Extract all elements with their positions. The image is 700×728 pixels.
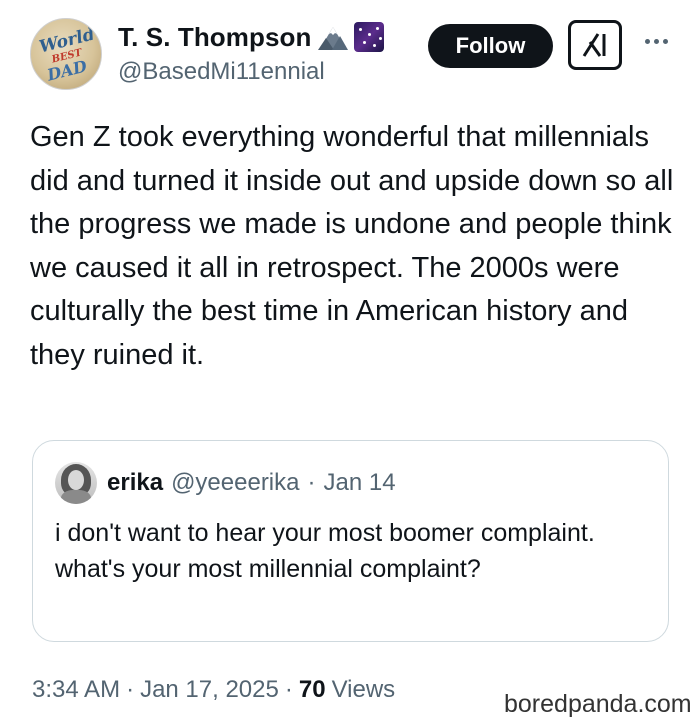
grok-icon[interactable] [568, 20, 622, 70]
milky-way-icon [353, 22, 384, 52]
meta-separator-1: · [126, 676, 135, 703]
quoted-separator: · [307, 469, 316, 496]
quoted-tweet[interactable]: erika @yeeeerika · Jan 14 i don't want t… [32, 440, 669, 642]
quoted-author-handle[interactable]: @yeeeerika [171, 469, 299, 497]
watermark: boredpanda.com [504, 690, 692, 718]
tweet-header: World BEST DAD T. S. Thompson @BasedMi11… [30, 16, 680, 96]
author-avatar[interactable]: World BEST DAD [30, 18, 102, 90]
mountain-icon [317, 22, 348, 52]
views-label: Views [331, 676, 396, 703]
tweet-meta: 3:34 AM · Jan 17, 2025 · 70 Views [32, 674, 395, 706]
tweet-text: Gen Z took everything wonderful that mil… [30, 121, 674, 371]
follow-button[interactable]: Follow [428, 24, 553, 68]
tweet-date[interactable]: Jan 17, 2025 [140, 676, 279, 704]
more-icon[interactable] [638, 26, 674, 56]
author-name-row: T. S. Thompson [118, 20, 384, 54]
author-handle[interactable]: @BasedMi11ennial [118, 58, 325, 86]
quoted-date[interactable]: Jan 14 [324, 469, 396, 497]
quoted-author-name[interactable]: erika [107, 469, 163, 497]
quoted-tweet-text: i don't want to hear your most boomer co… [55, 519, 595, 583]
meta-separator-2: · [284, 676, 293, 703]
tweet-time[interactable]: 3:34 AM [32, 676, 120, 704]
quoted-tweet-header: erika @yeeeerika · Jan 14 [55, 462, 396, 504]
views-count: 70 [298, 676, 326, 703]
quoted-author-avatar[interactable] [55, 462, 97, 504]
author-display-name[interactable]: T. S. Thompson [118, 22, 312, 53]
